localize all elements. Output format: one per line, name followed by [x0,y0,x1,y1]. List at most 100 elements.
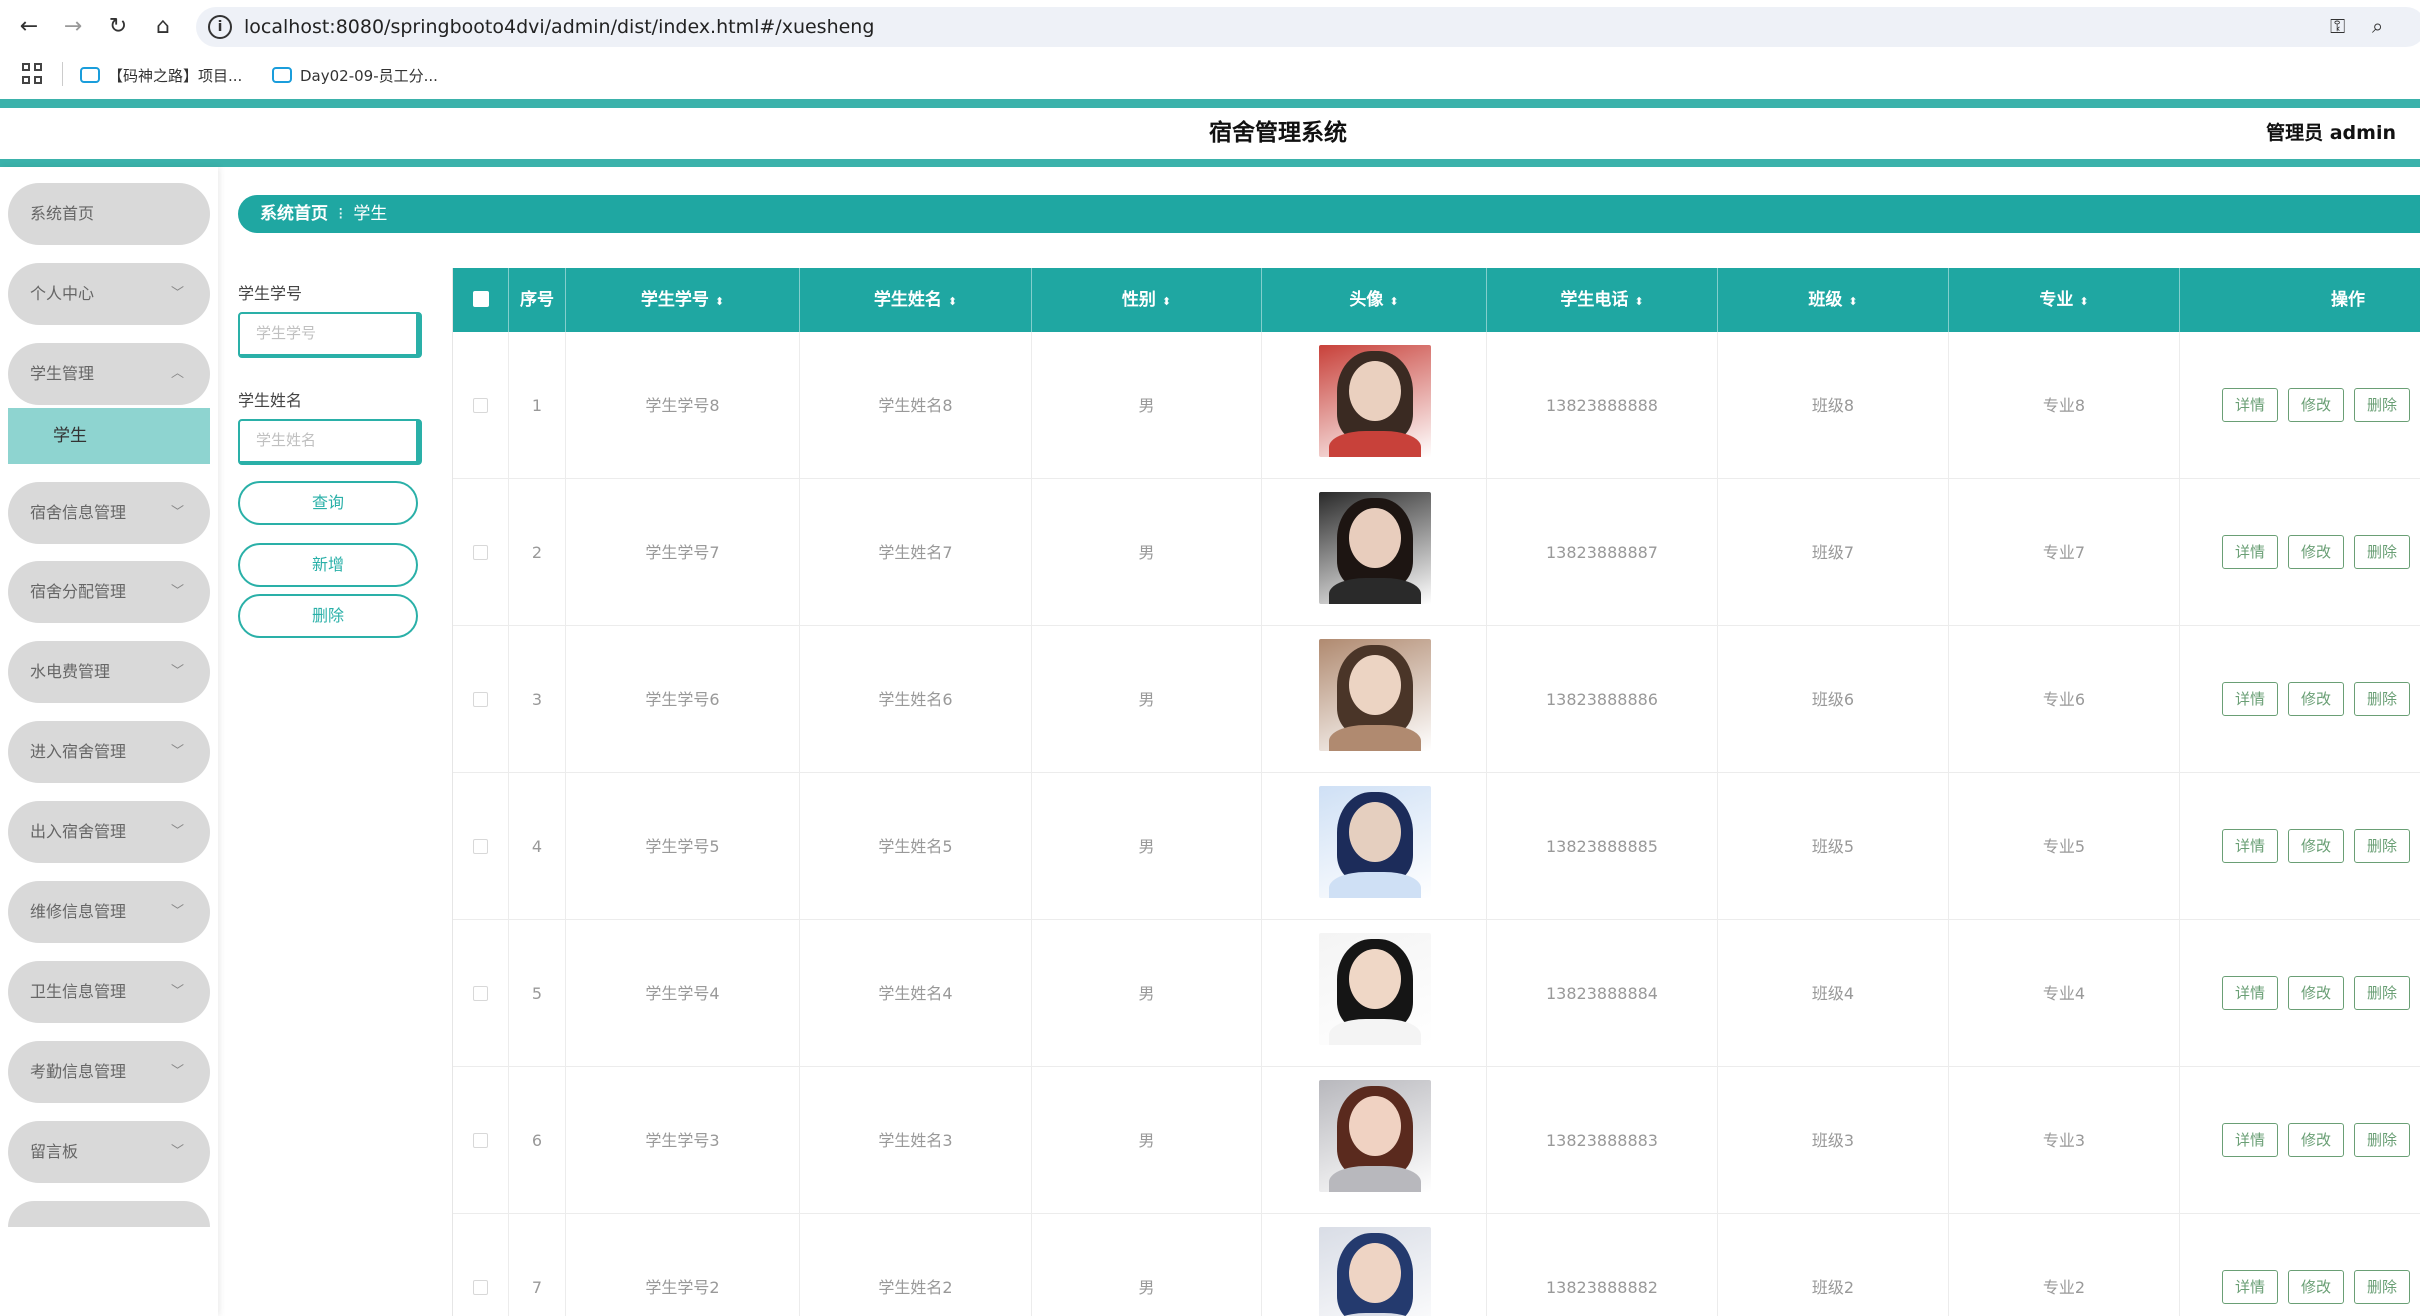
row-checkbox[interactable] [453,332,509,479]
checkbox-icon[interactable] [473,1280,488,1295]
detail-button[interactable]: 详情 [2222,829,2278,863]
column-header-avatar[interactable]: 头像 ⬍ [1262,268,1487,332]
home-icon[interactable]: ⌂ [148,12,178,42]
sidebar-item-student-mgmt[interactable]: 学生管理 ︿ [8,343,210,405]
edit-button[interactable]: 修改 [2288,1123,2344,1157]
sidebar-item-personal[interactable]: 个人中心 ﹀ [8,263,210,325]
sort-icon[interactable]: ⬍ [715,295,724,308]
column-header-id[interactable]: 学生学号 ⬍ [566,268,800,332]
edit-button[interactable]: 修改 [2288,682,2344,716]
key-icon[interactable]: ⚿ [2330,14,2345,38]
forward-icon[interactable]: → [58,12,88,42]
sidebar-item-dorm-info[interactable]: 宿舍信息管理 ﹀ [8,482,210,544]
back-icon[interactable]: ← [14,12,44,42]
add-button[interactable]: 新增 [238,543,418,587]
row-checkbox[interactable] [453,1214,509,1316]
cell-class: 班级2 [1718,1214,1949,1316]
sidebar-subitem-student[interactable]: 学生 [8,408,210,464]
cell-student-name: 学生姓名2 [800,1214,1032,1316]
student-id-label: 学生学号 [238,284,303,303]
column-header-phone[interactable]: 学生电话 ⬍ [1487,268,1718,332]
row-checkbox[interactable] [453,773,509,920]
sidebar-item-hygiene[interactable]: 卫生信息管理 ﹀ [8,961,210,1023]
cell-index: 6 [509,1067,566,1214]
detail-button[interactable]: 详情 [2222,1270,2278,1304]
breadcrumb-home[interactable]: 系统首页 [260,204,328,224]
sidebar-item-attendance[interactable]: 考勤信息管理 ﹀ [8,1041,210,1103]
row-delete-button[interactable]: 删除 [2354,535,2410,569]
sidebar-item-dorm-assign[interactable]: 宿舍分配管理 ﹀ [8,561,210,623]
detail-button[interactable]: 详情 [2222,388,2278,422]
student-name-input[interactable]: 学生姓名 [238,419,422,465]
address-bar[interactable]: i localhost:8080/springbooto4dvi/admin/d… [196,7,2420,47]
detail-button[interactable]: 详情 [2222,535,2278,569]
checkbox-icon[interactable] [473,1133,488,1148]
delete-button[interactable]: 删除 [238,594,418,638]
row-delete-button[interactable]: 删除 [2354,388,2410,422]
cell-student-name: 学生姓名8 [800,332,1032,479]
chevron-down-icon: ﹀ [170,744,184,759]
cell-index: 7 [509,1214,566,1316]
detail-button[interactable]: 详情 [2222,682,2278,716]
checkbox-icon[interactable] [473,398,488,413]
admin-label[interactable]: 管理员 admin [2266,108,2396,159]
row-delete-button[interactable]: 删除 [2354,829,2410,863]
edit-button[interactable]: 修改 [2288,1270,2344,1304]
checkbox-icon[interactable] [473,839,488,854]
column-header-name[interactable]: 学生姓名 ⬍ [800,268,1032,332]
edit-button[interactable]: 修改 [2288,388,2344,422]
checkbox-icon[interactable] [473,692,488,707]
row-checkbox[interactable] [453,626,509,773]
table-header: 序号 学生学号 ⬍ 学生姓名 ⬍ 性别 ⬍ 头像 ⬍ 学生电话 ⬍ 班级 ⬍ 专业 ⬍ 操作 [453,268,2420,332]
edit-button[interactable]: 修改 [2288,976,2344,1010]
row-delete-button[interactable]: 删除 [2354,1270,2410,1304]
sidebar-item-repair[interactable]: 维修信息管理 ﹀ [8,881,210,943]
reload-icon[interactable]: ↻ [103,12,133,42]
column-header-label: 学生学号 [640,290,709,310]
sidebar-item-partial[interactable] [8,1201,210,1227]
detail-button[interactable]: 详情 [2222,1123,2278,1157]
bookmark-item[interactable]: Day02-09-员工分... [272,62,438,90]
table-row: 4 学生学号5 学生姓名5 男 13823888885 班级5 专业5 详情 修改 删除 [453,773,2420,920]
bilibili-icon [272,67,292,83]
sort-icon[interactable]: ⬍ [948,295,957,308]
checkbox-icon[interactable] [473,545,488,560]
detail-button[interactable]: 详情 [2222,976,2278,1010]
column-header-class[interactable]: 班级 ⬍ [1718,268,1949,332]
edit-button[interactable]: 修改 [2288,535,2344,569]
sort-icon[interactable]: ⬍ [1848,295,1857,308]
sidebar-item-utility-fee[interactable]: 水电费管理 ﹀ [8,641,210,703]
sidebar-item-dorm-inout[interactable]: 出入宿舍管理 ﹀ [8,801,210,863]
cell-phone: 13823888882 [1487,1214,1718,1316]
apps-grid-icon[interactable] [22,63,44,85]
edit-button[interactable]: 修改 [2288,829,2344,863]
sort-icon[interactable]: ⬍ [1389,295,1398,308]
sidebar-item-home[interactable]: 系统首页 [8,183,210,245]
row-delete-button[interactable]: 删除 [2354,976,2410,1010]
student-id-input[interactable]: 学生学号 [238,312,422,358]
cell-class: 班级8 [1718,332,1949,479]
zoom-icon[interactable]: ⌕ [2372,14,2383,38]
row-checkbox[interactable] [453,1067,509,1214]
column-header-major[interactable]: 专业 ⬍ [1949,268,2180,332]
site-info-icon[interactable]: i [208,15,232,39]
cell-gender: 男 [1032,773,1262,920]
select-all-checkbox[interactable] [453,268,509,332]
row-delete-button[interactable]: 删除 [2354,1123,2410,1157]
row-delete-button[interactable]: 删除 [2354,682,2410,716]
query-button[interactable]: 查询 [238,481,418,525]
row-checkbox[interactable] [453,479,509,626]
url-text[interactable]: localhost:8080/springbooto4dvi/admin/dis… [244,13,874,41]
sort-icon[interactable]: ⬍ [1634,295,1643,308]
sidebar-item-dorm-entry[interactable]: 进入宿舍管理 ﹀ [8,721,210,783]
row-checkbox[interactable] [453,920,509,1067]
bookmark-item[interactable]: 【码神之路】项目... [80,62,242,90]
column-header-gender[interactable]: 性别 ⬍ [1032,268,1262,332]
sort-icon[interactable]: ⬍ [2079,295,2088,308]
sidebar-item-message-board[interactable]: 留言板 ﹀ [8,1121,210,1183]
sort-icon[interactable]: ⬍ [1162,295,1171,308]
checkbox-icon[interactable] [473,986,488,1001]
cell-student-id: 学生学号7 [566,479,800,626]
sidebar-item-label: 学生管理 [30,364,95,383]
avatar [1319,786,1431,898]
